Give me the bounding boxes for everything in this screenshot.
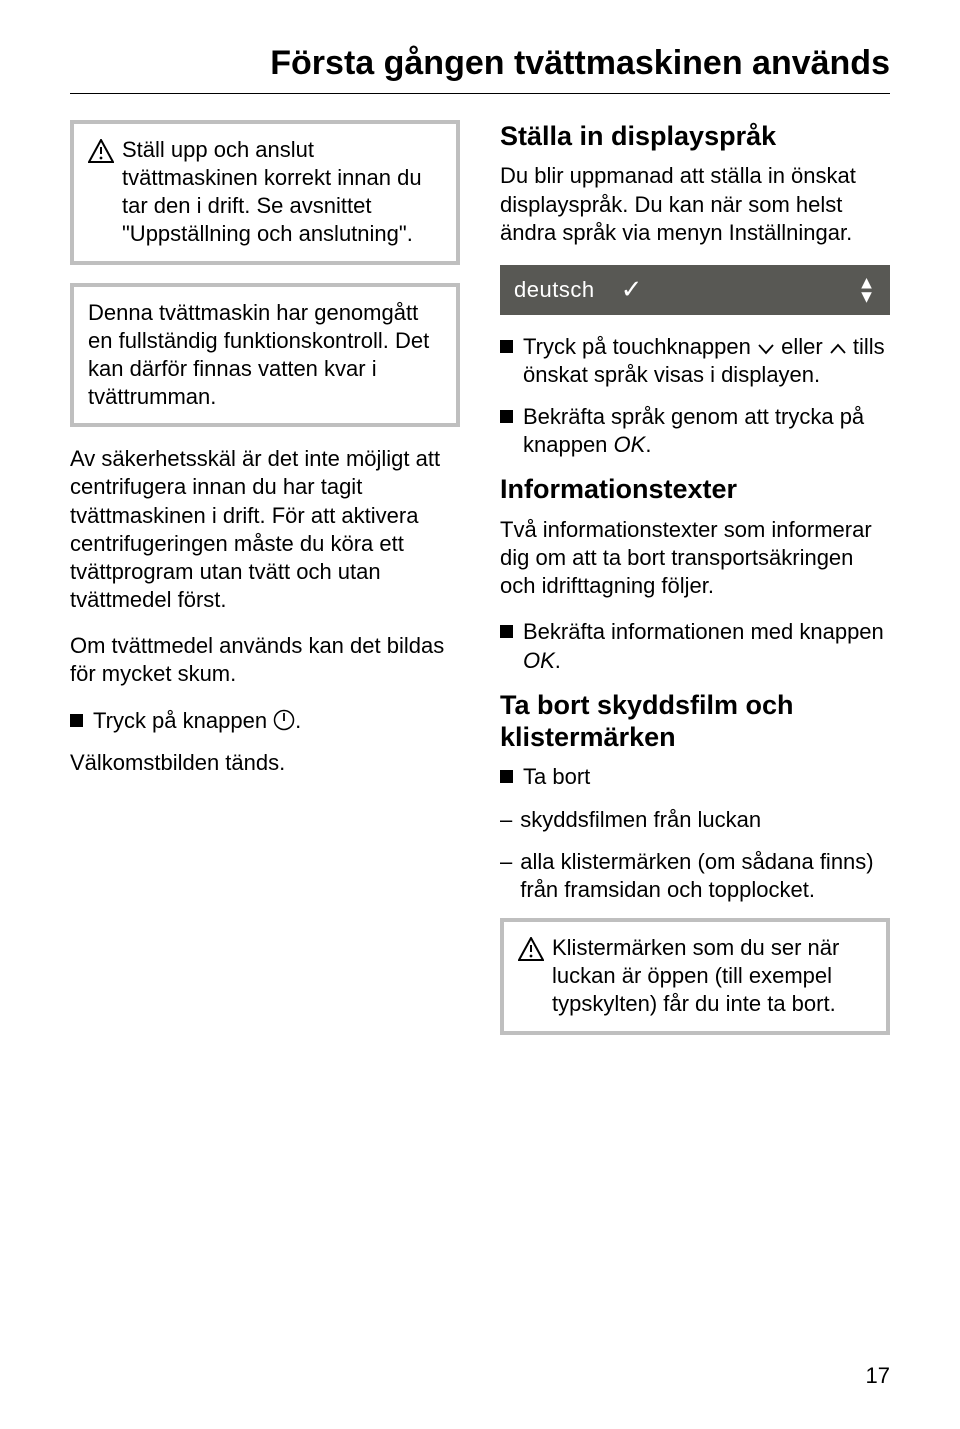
- right-dash-1-text: skyddsfilmen från luckan: [520, 806, 761, 834]
- right-bullet-1-pre: Tryck på touchknappen: [523, 334, 757, 359]
- right-paragraph-2: Två informationstexter som informerar di…: [500, 516, 890, 600]
- warning-box-1: Ställ upp och anslut tvättmaskinen korre…: [70, 120, 460, 265]
- right-bullet-2-post: .: [645, 432, 651, 457]
- left-paragraph-3: Välkomstbilden tänds.: [70, 749, 460, 777]
- left-paragraph-1: Av säkerhetsskäl är det inte möjligt att…: [70, 445, 460, 614]
- left-column: Ställ upp och anslut tvättmaskinen korre…: [70, 120, 460, 1053]
- page-number: 17: [866, 1363, 890, 1389]
- right-bullet-3-pre: Bekräfta informationen med knappen: [523, 619, 884, 644]
- bullet-square-icon: [500, 410, 513, 423]
- dash-icon: –: [500, 806, 512, 834]
- bullet-square-icon: [500, 625, 513, 638]
- right-heading-3: Ta bort skyddsfilm och klistermärken: [500, 689, 890, 754]
- right-heading-2: Informationstexter: [500, 473, 890, 505]
- title-divider: [70, 93, 890, 94]
- right-paragraph-1: Du blir uppmanad att ställa in önskat di…: [500, 162, 890, 246]
- caret-down-icon: [757, 343, 775, 355]
- display-box: deutsch ✓ ▲▼: [500, 265, 890, 315]
- right-bullet-3: Bekräfta informationen med knappen OK.: [500, 618, 890, 674]
- display-text: deutsch: [514, 276, 595, 304]
- right-bullet-4-text: Ta bort: [523, 763, 590, 791]
- warning-box-2: Klistermärken som du ser när luckan är ö…: [500, 918, 890, 1034]
- check-icon: ✓: [621, 273, 643, 306]
- page-title: Första gången tvättmaskinen används: [70, 44, 890, 83]
- power-icon: [273, 709, 295, 731]
- left-paragraph-2: Om tvättmedel används kan det bildas för…: [70, 632, 460, 688]
- right-column: Ställa in displayspråk Du blir uppmanad …: [500, 120, 890, 1053]
- right-bullet-1: Tryck på touchknappen eller tills önskat…: [500, 333, 890, 389]
- bullet-square-icon: [500, 770, 513, 783]
- left-bullet-1-post: .: [295, 708, 301, 733]
- warning-box-1-text: Ställ upp och anslut tvättmaskinen korre…: [122, 136, 442, 249]
- right-heading-1: Ställa in displayspråk: [500, 120, 890, 152]
- warning-icon: [88, 139, 114, 163]
- right-dash-1: – skyddsfilmen från luckan: [500, 806, 890, 834]
- bullet-square-icon: [500, 340, 513, 353]
- caret-up-icon: [829, 343, 847, 355]
- ok-label: OK: [523, 648, 555, 673]
- info-box-1: Denna tvättmaskin har genomgått en fulls…: [70, 283, 460, 428]
- left-bullet-1-pre: Tryck på knappen: [93, 708, 273, 733]
- warning-icon: [518, 937, 544, 961]
- warning-box-2-text: Klistermärken som du ser när luckan är ö…: [552, 934, 872, 1018]
- right-dash-2: – alla klistermärken (om sådana finns) f…: [500, 848, 890, 904]
- ok-label: OK: [614, 432, 646, 457]
- bullet-square-icon: [70, 714, 83, 727]
- right-dash-2-text: alla klistermärken (om sådana finns) frå…: [520, 848, 890, 904]
- right-bullet-4: Ta bort: [500, 763, 890, 791]
- right-bullet-3-post: .: [555, 648, 561, 673]
- right-bullet-2: Bekräfta språk genom att trycka på knapp…: [500, 403, 890, 459]
- right-bullet-1-mid: eller: [775, 334, 829, 359]
- dash-icon: –: [500, 848, 512, 876]
- left-bullet-1: Tryck på knappen .: [70, 707, 460, 735]
- right-bullet-2-pre: Bekräfta språk genom att trycka på knapp…: [523, 404, 864, 457]
- up-down-arrows-icon: ▲▼: [858, 275, 876, 304]
- info-box-1-text: Denna tvättmaskin har genomgått en fulls…: [88, 300, 429, 409]
